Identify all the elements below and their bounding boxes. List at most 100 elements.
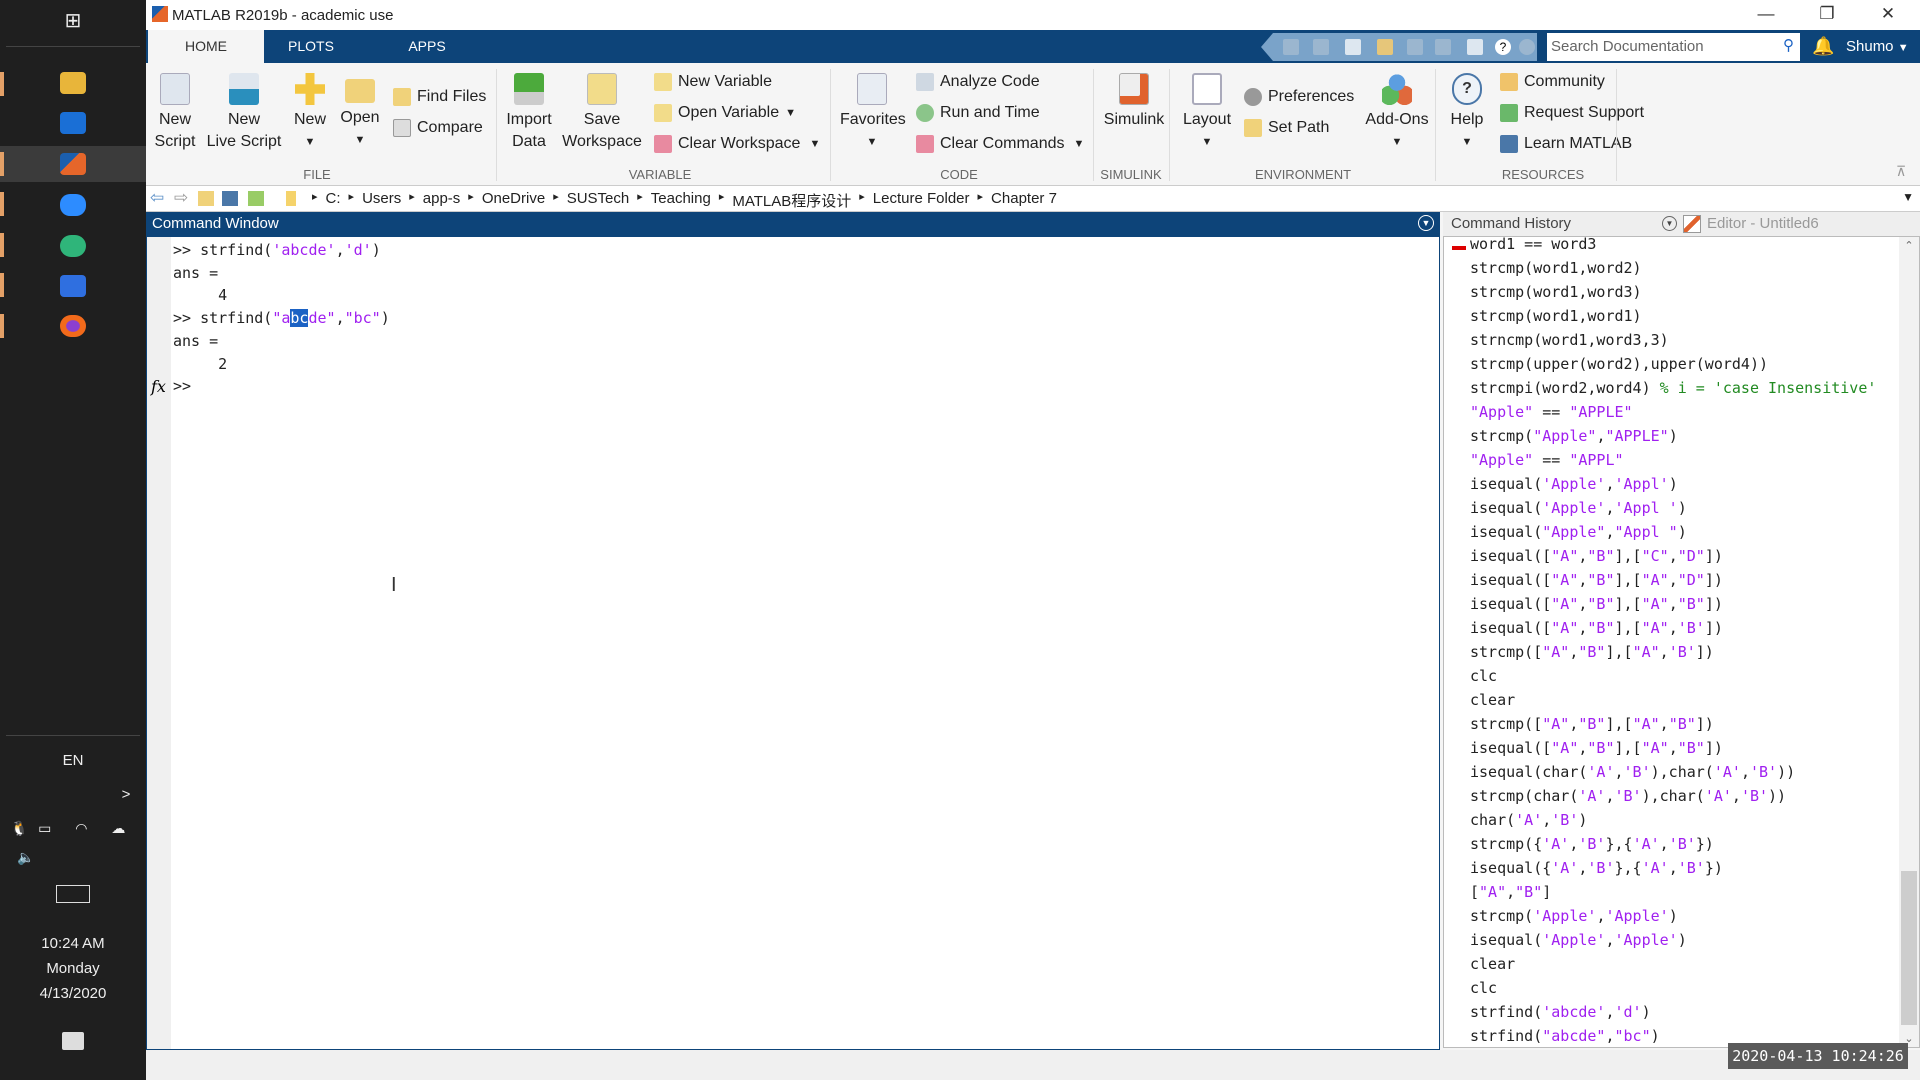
zoom-icon[interactable] [60,194,86,216]
breadcrumb-item[interactable]: Teaching [651,190,711,211]
history-item[interactable]: ["A","B"] [1470,883,1551,901]
breadcrumb-item[interactable]: OneDrive [482,190,545,211]
open-variable-button[interactable]: Open Variable ▼ [654,104,796,122]
breadcrumb-separator-icon[interactable]: ▸ [978,190,984,211]
collapse-ribbon-icon[interactable]: ⊼ [1896,163,1906,180]
history-item[interactable]: strcmp(["A","B"],["A","B"]) [1470,715,1714,733]
preferences-button[interactable]: Preferences [1244,88,1354,106]
restore-button[interactable]: ❐ [1812,4,1842,24]
new-live-script-button[interactable]: New Live Script [204,73,284,153]
history-item[interactable]: isequal(["A","B"],["A","B"]) [1470,739,1723,757]
paste-icon[interactable] [1377,39,1393,55]
new-script-button[interactable]: New Script [154,73,196,153]
history-item[interactable]: isequal(["A","B"],["A","B"]) [1470,595,1723,613]
breadcrumb-separator-icon[interactable]: ▸ [859,190,865,211]
store-icon[interactable] [60,112,86,134]
breadcrumb-item[interactable]: C: [326,190,341,211]
command-history-panel[interactable]: word1 == word3 strcmp(word1,word2) strcmp(… [1443,236,1920,1048]
new-button[interactable]: New ▼ [294,73,326,153]
breadcrumb-item[interactable]: SUSTech [567,190,630,211]
layout-button[interactable]: Layout ▼ [1182,73,1232,153]
matlab-icon[interactable] [60,153,86,175]
scroll-up-icon[interactable]: ⌃ [1899,239,1919,252]
breadcrumb-separator-icon[interactable]: ▸ [349,190,355,211]
breadcrumb-item[interactable]: MATLAB程序设计 [732,190,851,211]
tab-plots[interactable]: PLOTS [266,30,356,63]
history-item[interactable]: clc [1470,667,1497,685]
set-path-button[interactable]: Set Path [1244,119,1329,137]
compare-button[interactable]: Compare [393,119,483,137]
tray-icons[interactable]: 🐧▭ ◠ ☁ [0,820,146,837]
clear-commands-button[interactable]: Clear Commands ▼ [916,135,1084,153]
open-button[interactable]: Open ▼ [340,73,380,151]
history-item[interactable]: isequal('Apple','Apple') [1470,931,1687,949]
request-support-button[interactable]: Request Support [1500,104,1644,122]
help-icon[interactable]: ? [1495,39,1511,55]
firefox-icon[interactable] [60,315,86,337]
wps-icon[interactable] [60,275,86,297]
history-item[interactable]: isequal({'A','B'},{'A','B'}) [1470,859,1723,877]
search-documentation-input[interactable]: Search Documentation ⚲ [1547,33,1800,61]
history-item[interactable]: strfind("abcde","bc") [1470,1027,1660,1045]
history-item[interactable]: strfind('abcde','d') [1470,1003,1651,1021]
keyboard-icon[interactable] [56,885,90,903]
history-item[interactable]: isequal(["A","B"],["A",'B']) [1470,619,1723,637]
history-item[interactable]: strcmp(word1,word3) [1470,283,1642,301]
clock-time[interactable]: 10:24 AM [0,935,146,952]
forward-icon[interactable]: ⇨ [174,188,188,208]
command-history-title[interactable]: Command History [1451,215,1571,232]
history-item[interactable]: "Apple" == "APPL" [1470,451,1624,469]
breadcrumb-item[interactable]: Users [362,190,401,211]
history-item[interactable]: strcmp(word1,word1) [1470,307,1642,325]
breadcrumb-separator-icon[interactable]: ▸ [553,190,559,211]
breadcrumb-separator-icon[interactable]: ▸ [312,190,318,211]
save-icon[interactable] [1283,39,1299,55]
redo-icon[interactable] [1435,39,1451,55]
history-item[interactable]: isequal(char('A','B'),char('A','B')) [1470,763,1795,781]
history-item[interactable]: isequal("Apple","Appl ") [1470,523,1687,541]
history-item[interactable]: isequal(["A","B"],["A","D"]) [1470,571,1723,589]
editor-tab[interactable]: Editor - Untitled6 [1707,215,1819,232]
breadcrumb-separator-icon[interactable]: ▸ [468,190,474,211]
minimize-button[interactable]: — [1751,4,1781,24]
import-data-button[interactable]: Import Data [506,73,552,153]
customize-icon[interactable] [1519,39,1535,55]
panel-actions-icon[interactable]: ▼ [1418,215,1434,231]
simulink-button[interactable]: Simulink [1102,73,1166,131]
scrollbar-thumb[interactable] [1901,871,1917,1025]
community-button[interactable]: Community [1500,73,1605,91]
history-item[interactable]: "Apple" == "APPLE" [1470,403,1633,421]
help-button[interactable]: ? Help ▼ [1446,73,1488,153]
chevron-right-icon[interactable]: > [116,786,136,803]
history-item[interactable]: isequal(["A","B"],["C","D"]) [1470,547,1723,565]
analyze-code-button[interactable]: Analyze Code [916,73,1040,91]
windows-start-icon[interactable]: ⊞ [0,8,146,33]
breadcrumb-separator-icon[interactable]: ▸ [637,190,643,211]
copy-icon[interactable] [1345,39,1361,55]
speaker-icon[interactable]: 🔈 [16,849,36,866]
history-item[interactable]: clear [1470,955,1515,973]
command-window[interactable]: fx >> strfind('abcde','d') ans = 4 >> strf… [146,236,1440,1050]
file-explorer-icon[interactable] [60,72,86,94]
history-item[interactable]: clc [1470,979,1497,997]
history-item[interactable]: isequal('Apple','Appl') [1470,475,1678,493]
clear-workspace-button[interactable]: Clear Workspace ▼ [654,135,820,153]
undo-icon[interactable] [1407,39,1423,55]
close-button[interactable]: ✕ [1873,4,1903,24]
history-item[interactable]: strcmp(char('A','B'),char('A','B')) [1470,787,1786,805]
history-item[interactable]: clear [1470,691,1515,709]
find-files-button[interactable]: Find Files [393,88,486,106]
breadcrumb-item[interactable]: app-s [423,190,461,211]
history-item[interactable]: strcmp(["A","B"],["A",'B']) [1470,643,1714,661]
user-menu[interactable]: Shumo ▼ [1846,38,1909,55]
add-ons-button[interactable]: Add-Ons ▼ [1364,73,1430,153]
notification-icon[interactable] [62,1032,84,1050]
history-item[interactable]: strncmp(word1,word3,3) [1470,331,1669,349]
cut-icon[interactable] [1313,39,1329,55]
panel-actions-icon[interactable]: ▼ [1662,216,1677,231]
function-browser-icon[interactable]: fx [151,377,166,396]
tab-apps[interactable]: APPS [382,30,472,63]
breadcrumb-item[interactable]: Chapter 7 [991,190,1057,211]
learn-matlab-button[interactable]: Learn MATLAB [1500,135,1632,153]
save-workspace-button[interactable]: Save Workspace [562,73,642,153]
